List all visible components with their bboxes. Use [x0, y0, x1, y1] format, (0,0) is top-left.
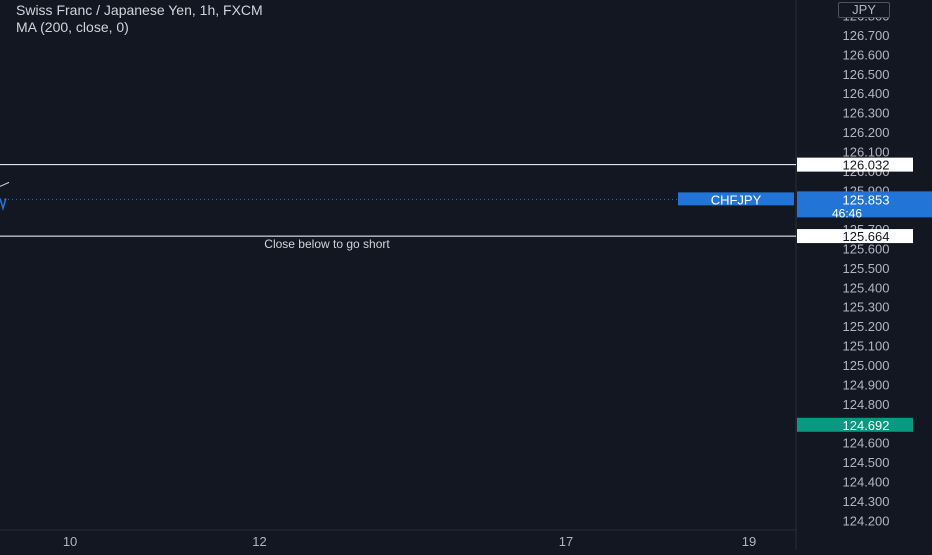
currency-badge[interactable]: JPY [838, 2, 890, 18]
y-tick-label: 124.800 [843, 397, 890, 412]
chart-title: Swiss Franc / Japanese Yen, 1h, FXCM [16, 2, 263, 18]
y-tick-label: 126.300 [843, 106, 890, 121]
x-tick-label: 17 [559, 534, 573, 549]
chart-legend: Swiss Franc / Japanese Yen, 1h, FXCM MA … [16, 2, 263, 36]
price-candle-fragment [0, 198, 7, 211]
y-tick-label: 125.200 [843, 319, 890, 334]
price-chart[interactable]: 126.800126.700126.600126.500126.400126.3… [0, 0, 932, 550]
y-tick-label: 126.400 [843, 86, 890, 101]
current-price-label: 125.853 [843, 192, 890, 207]
y-tick-label: 126.200 [843, 125, 890, 140]
y-tick-label: 124.400 [843, 474, 890, 489]
y-tick-label: 124.500 [843, 455, 890, 470]
y-tick-label: 125.000 [843, 358, 890, 373]
y-tick-label: 124.200 [843, 513, 890, 528]
line-annotation: Close below to go short [264, 237, 390, 251]
indicator-label[interactable]: MA (200, close, 0) [16, 19, 263, 36]
y-tick-label: 126.600 [843, 47, 890, 62]
x-tick-label: 10 [63, 534, 77, 549]
x-tick-label: 12 [252, 534, 266, 549]
y-tick-label: 126.500 [843, 67, 890, 82]
y-tick-label: 124.900 [843, 377, 890, 392]
x-tick-label: 19 [742, 534, 756, 549]
y-tick-label: 126.700 [843, 28, 890, 43]
ma-line-fragment [0, 181, 10, 187]
ma-price-label: 124.692 [843, 418, 890, 433]
y-tick-label: 125.400 [843, 280, 890, 295]
y-tick-label: 125.500 [843, 261, 890, 276]
y-tick-label: 124.600 [843, 436, 890, 451]
y-tick-label: 125.100 [843, 339, 890, 354]
horizontal-line-price-label: 125.664 [843, 229, 890, 244]
countdown-label: 46:46 [832, 206, 862, 220]
y-tick-label: 125.300 [843, 300, 890, 315]
y-tick-label: 124.300 [843, 494, 890, 509]
chart-area[interactable]: 126.800126.700126.600126.500126.400126.3… [0, 0, 932, 550]
symbol-tag-label: CHFJPY [711, 192, 762, 207]
horizontal-line-price-label: 126.032 [843, 158, 890, 173]
